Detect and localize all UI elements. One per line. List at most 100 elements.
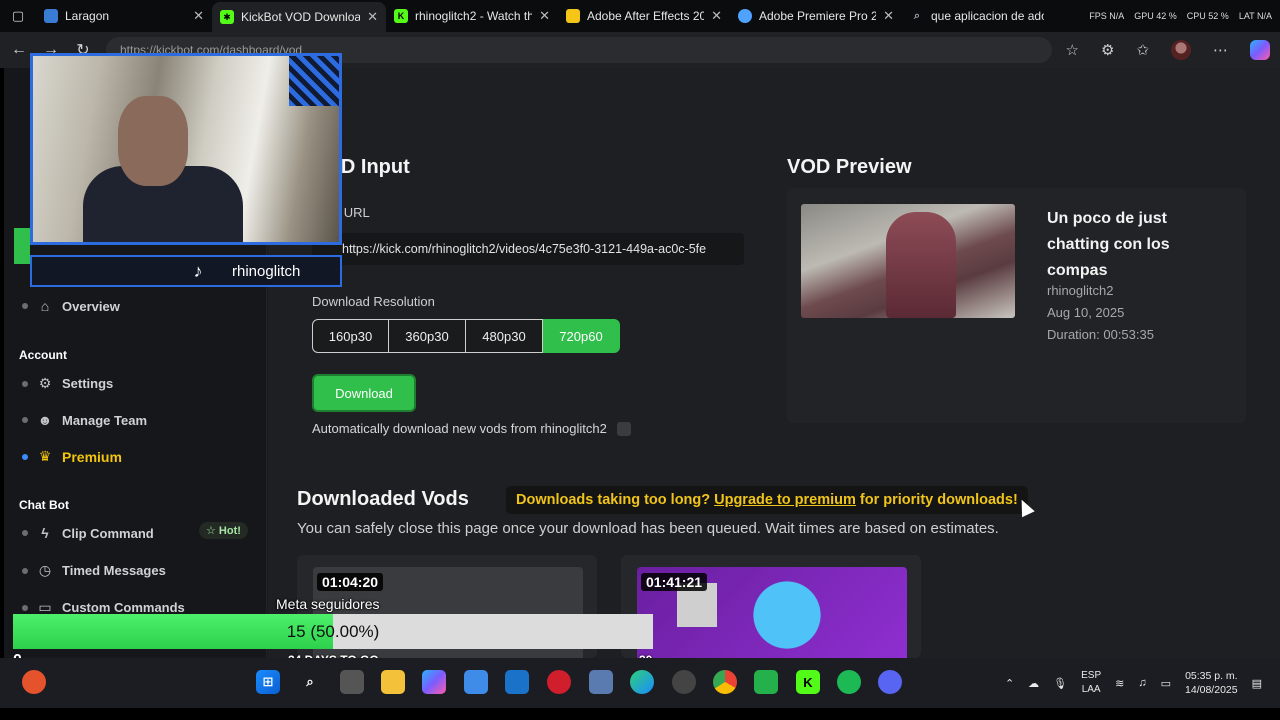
wifi-icon[interactable]: ≋: [1115, 677, 1124, 690]
battery-icon[interactable]: ▭: [1161, 677, 1171, 690]
resolution-360p30-button[interactable]: 360p30: [389, 319, 466, 353]
upgrade-premium-link[interactable]: Upgrade to premium: [714, 492, 856, 508]
bullet-icon: [22, 604, 28, 611]
kickbot-app-icon[interactable]: K: [796, 670, 820, 694]
file-explorer-icon[interactable]: [381, 670, 405, 694]
promo-text: Downloads taking too long?: [516, 492, 711, 508]
sidebar-section-chatbot: Chat Bot: [19, 498, 69, 512]
spotify-icon[interactable]: [837, 670, 861, 694]
clock-date: 14/08/2025: [1185, 684, 1238, 696]
search-icon[interactable]: ⌕: [298, 670, 322, 694]
tab-rhinoglitch[interactable]: K rhinoglitch2 - Watch the ✕: [386, 2, 558, 30]
sidebar-item-label: Settings: [62, 376, 114, 391]
tab-premiere[interactable]: Adobe Premiere Pro 2025 ✕: [730, 2, 902, 30]
cloud-icon[interactable]: ☁: [1028, 677, 1039, 690]
favorite-star-icon[interactable]: ☆: [1066, 41, 1079, 59]
vod-preview-thumbnail: [801, 204, 1015, 318]
kick-app-icon[interactable]: [754, 670, 778, 694]
more-menu-icon[interactable]: ⋯: [1213, 41, 1228, 59]
bolt-icon: ϟ: [41, 525, 49, 541]
obs-icon[interactable]: [672, 670, 696, 694]
sidebar-item-label: Manage Team: [62, 412, 148, 428]
bullet-icon: [22, 303, 28, 309]
start-icon[interactable]: ⊞: [256, 670, 280, 694]
vod-preview-video-title: Un poco de just chatting con los compas: [1047, 210, 1170, 279]
sidebar-item-timed-messages[interactable]: ◷ Timed Messages: [22, 562, 166, 579]
sidebar-item-premium[interactable]: ♛ Premium: [22, 448, 122, 465]
tab-kickbot[interactable]: ✱ KickBot VOD Downloader ✕: [212, 2, 386, 32]
copilot-icon[interactable]: [1250, 40, 1270, 60]
language-indicator[interactable]: ESP LAA: [1081, 669, 1101, 697]
sidebar-item-settings[interactable]: ⚙ Settings: [22, 375, 113, 392]
tab-title: Adobe After Effects 2025: [587, 9, 705, 23]
team-icon: ☻: [37, 412, 53, 428]
sidebar-item-clip-command[interactable]: ϟ Clip Command: [22, 525, 154, 541]
windows-taskbar: ⊞ ⌕ K ⌃ ☁ 🎙 ESP LAA ≋ ♫ ▭ 05:35 p. m. 14…: [0, 658, 1280, 708]
bullet-icon: [22, 530, 28, 536]
follower-goal-bar: 15 (50.00%): [13, 614, 653, 649]
webcam-frame-stripe: [289, 56, 339, 106]
sidebar-logo-edge: [14, 228, 30, 264]
chrome-icon[interactable]: [713, 670, 737, 694]
vod-duration-badge: 01:41:21: [641, 573, 708, 591]
discord-icon[interactable]: [878, 670, 902, 694]
tab-search[interactable]: ⌕ que aplicacion de adobe: [902, 2, 1052, 30]
tab-after-effects[interactable]: Adobe After Effects 2025 ✕: [558, 2, 730, 30]
clock-icon: ◷: [38, 562, 52, 578]
tab-laragon[interactable]: Laragon ✕: [36, 2, 212, 30]
screen-bottom-edge: [0, 708, 1280, 720]
tab-actions-icon[interactable]: ▢: [0, 0, 36, 32]
vod-url-value: https://kick.com/rhinoglitch2/videos/4c7…: [342, 242, 707, 256]
downloaded-vod-thumbnail: 01:41:21: [637, 567, 907, 658]
resolution-480p30-button[interactable]: 480p30: [466, 319, 543, 353]
sidebar-item-label: Timed Messages: [62, 563, 166, 578]
close-icon[interactable]: ✕: [193, 8, 204, 24]
store-icon[interactable]: [464, 670, 488, 694]
tab-title: KickBot VOD Downloader: [241, 10, 361, 24]
resolution-720p60-button[interactable]: 720p60: [543, 319, 620, 353]
clock[interactable]: 05:35 p. m. 14/08/2025: [1185, 669, 1238, 697]
volume-icon[interactable]: ♫: [1138, 677, 1146, 689]
close-icon[interactable]: ✕: [367, 9, 378, 25]
browser-tab-strip: ▢ Laragon ✕ ✱ KickBot VOD Downloader ✕ K…: [0, 0, 1280, 32]
task-view-icon[interactable]: [340, 670, 364, 694]
tiktok-icon: ♪: [193, 260, 203, 281]
kick-favicon-icon: K: [394, 9, 408, 23]
bullet-icon: [22, 453, 28, 460]
downloaded-vod-card[interactable]: 01:41:21: [621, 555, 921, 658]
system-tray: ⌃ ☁ 🎙 ESP LAA ≋ ♫ ▭ 05:35 p. m. 14/08/20…: [1005, 658, 1280, 708]
microphone-icon[interactable]: 🎙: [1053, 677, 1067, 690]
favorites-icon[interactable]: ✩: [1136, 41, 1149, 59]
premium-promo-banner: Downloads taking too long? Upgrade to pr…: [506, 486, 1028, 514]
app-notification-icon[interactable]: [22, 670, 46, 694]
close-icon[interactable]: ✕: [711, 8, 722, 24]
vod-duration-badge: 01:04:20: [317, 573, 384, 591]
resolution-160p30-button[interactable]: 160p30: [312, 319, 389, 353]
sidebar-item-overview[interactable]: ⌂ Overview: [22, 298, 120, 314]
tiktok-handle: rhinoglitch: [232, 262, 301, 280]
extensions-icon[interactable]: ⚙: [1101, 41, 1114, 59]
notifications-icon[interactable]: ▤: [1252, 677, 1262, 690]
vod-preview-card: Un poco de just chatting con los compas …: [787, 188, 1246, 423]
copilot-icon[interactable]: [422, 670, 446, 694]
close-icon[interactable]: ✕: [883, 8, 894, 24]
postgres-icon[interactable]: [589, 670, 613, 694]
outlook-icon[interactable]: [505, 670, 529, 694]
opera-icon[interactable]: [547, 670, 571, 694]
chevron-up-icon[interactable]: ⌃: [1005, 677, 1014, 690]
home-icon: ⌂: [40, 298, 50, 314]
avatar[interactable]: [1171, 40, 1191, 60]
tiktok-handle-bar: ♪ rhinoglitch: [30, 255, 342, 287]
auto-download-checkbox[interactable]: [616, 421, 631, 436]
bullet-icon: [22, 417, 28, 423]
crown-icon: ♛: [38, 448, 52, 464]
edge-icon[interactable]: [630, 670, 654, 694]
back-icon[interactable]: ←: [10, 41, 28, 59]
download-button[interactable]: Download: [312, 374, 416, 412]
close-icon[interactable]: ✕: [539, 8, 550, 24]
sidebar-item-manage-team[interactable]: ☻ Manage Team: [22, 412, 147, 428]
gear-icon: ⚙: [38, 375, 52, 391]
vod-url-input[interactable]: https://kick.com/rhinoglitch2/videos/4c7…: [312, 233, 744, 265]
thumbnail-person: [886, 212, 956, 318]
edge-favicon-icon: [738, 9, 752, 23]
